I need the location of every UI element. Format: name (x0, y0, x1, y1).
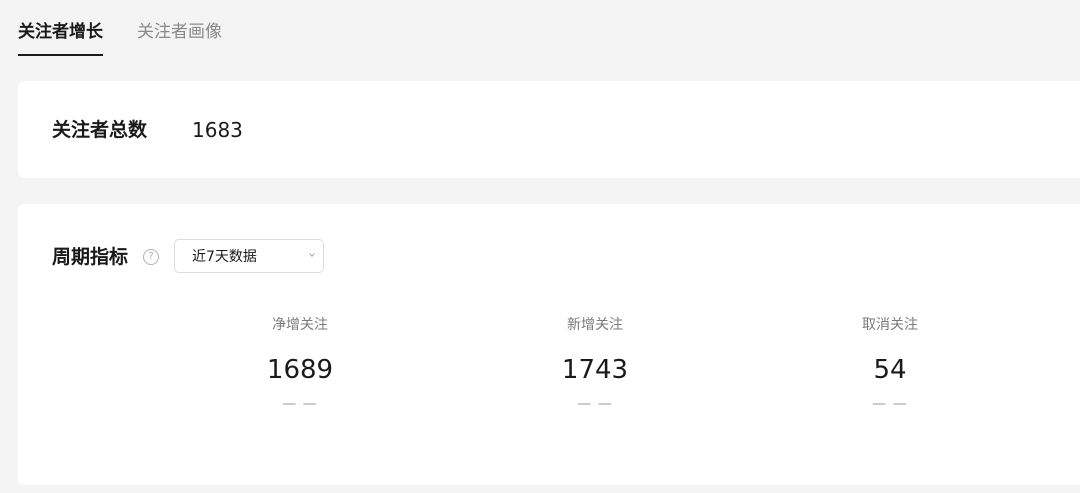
chevron-down-icon (309, 253, 315, 257)
date-range-select[interactable]: 近7天数据 (174, 239, 324, 273)
metric-label: 新增关注 (567, 317, 623, 333)
total-followers-value: 1683 (192, 118, 243, 142)
period-metrics-title: 周期指标 (52, 246, 129, 268)
metric-unfollows: 取消关注 54 — — (810, 316, 970, 413)
tab-follower-growth-label: 关注者增长 (18, 22, 103, 42)
metric-value: 54 (873, 355, 907, 385)
tab-follower-growth[interactable]: 关注者增长 (18, 0, 103, 56)
period-metrics-card: 周期指标 ? 近7天数据 净增关注 1689 — — 新增关注 1743 — —… (18, 204, 1080, 485)
total-followers-label: 关注者总数 (52, 119, 148, 141)
metric-new-follows: 新增关注 1743 — — (515, 316, 675, 413)
question-circle-icon[interactable]: ? (143, 249, 159, 265)
tab-follower-portrait[interactable]: 关注者画像 (137, 0, 222, 42)
active-tab-indicator (18, 54, 103, 56)
metric-value: 1689 (266, 355, 334, 385)
metric-value: 1743 (561, 355, 629, 385)
metric-comparison: — — (282, 396, 318, 412)
metric-comparison: — — (577, 396, 613, 412)
metric-label: 取消关注 (862, 317, 918, 333)
metric-net-follows: 净增关注 1689 — — (220, 316, 380, 413)
total-followers-card: 关注者总数 1683 (18, 81, 1080, 178)
tab-bar: 关注者增长 关注者画像 (18, 0, 256, 57)
metric-comparison: — — (872, 396, 908, 412)
metric-label: 净增关注 (272, 317, 328, 333)
tab-follower-portrait-label: 关注者画像 (137, 22, 222, 42)
date-range-select-value: 近7天数据 (192, 249, 257, 265)
